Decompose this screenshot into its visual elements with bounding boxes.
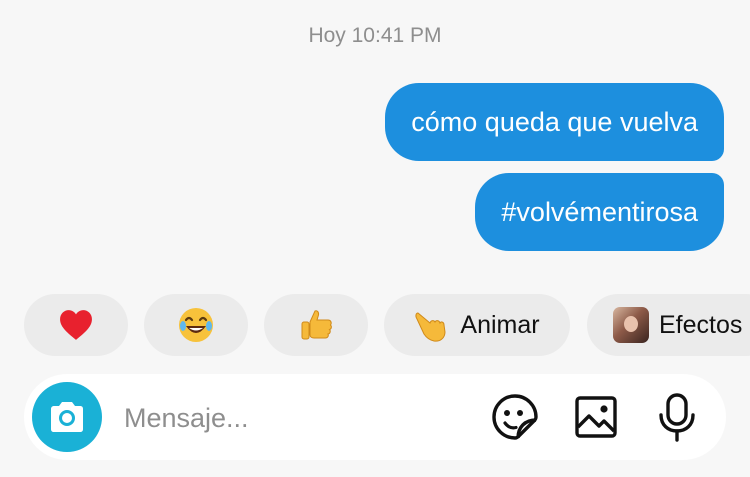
- effects-thumbnail: [613, 307, 649, 343]
- reaction-heart-button[interactable]: [24, 294, 128, 356]
- message-input[interactable]: [122, 396, 466, 440]
- camera-button[interactable]: [32, 382, 102, 452]
- animate-label: Animar: [460, 310, 540, 339]
- effects-label: Efectos: [659, 310, 743, 339]
- reaction-laugh-button[interactable]: [144, 294, 248, 356]
- microphone-icon: [659, 393, 695, 442]
- microphone-button[interactable]: [652, 392, 702, 442]
- sticker-button[interactable]: [490, 392, 540, 442]
- message-bubble-sent[interactable]: cómo queda que vuelva: [385, 83, 724, 161]
- thumbs-up-icon: [301, 310, 332, 340]
- laughing-face-icon: [179, 308, 213, 342]
- message-text: cómo queda que vuelva: [411, 106, 698, 137]
- sticker-icon: [492, 394, 538, 440]
- heart-icon: [60, 310, 92, 340]
- message-text: #volvémentirosa: [501, 196, 698, 227]
- conversation-timestamp: Hoy 10:41 PM: [308, 24, 442, 47]
- pointing-hand-icon: [415, 312, 446, 342]
- animate-button[interactable]: Animar: [384, 294, 570, 356]
- message-composer: [24, 374, 726, 460]
- gallery-icon: [575, 396, 617, 438]
- reaction-thumbs-up-button[interactable]: [264, 294, 368, 356]
- quick-reactions-bar: Animar Efectos: [24, 294, 750, 356]
- message-bubble-sent[interactable]: #volvémentirosa: [475, 173, 724, 251]
- gallery-button[interactable]: [571, 392, 621, 442]
- camera-icon: [51, 402, 83, 432]
- effects-button[interactable]: Efectos: [587, 294, 750, 356]
